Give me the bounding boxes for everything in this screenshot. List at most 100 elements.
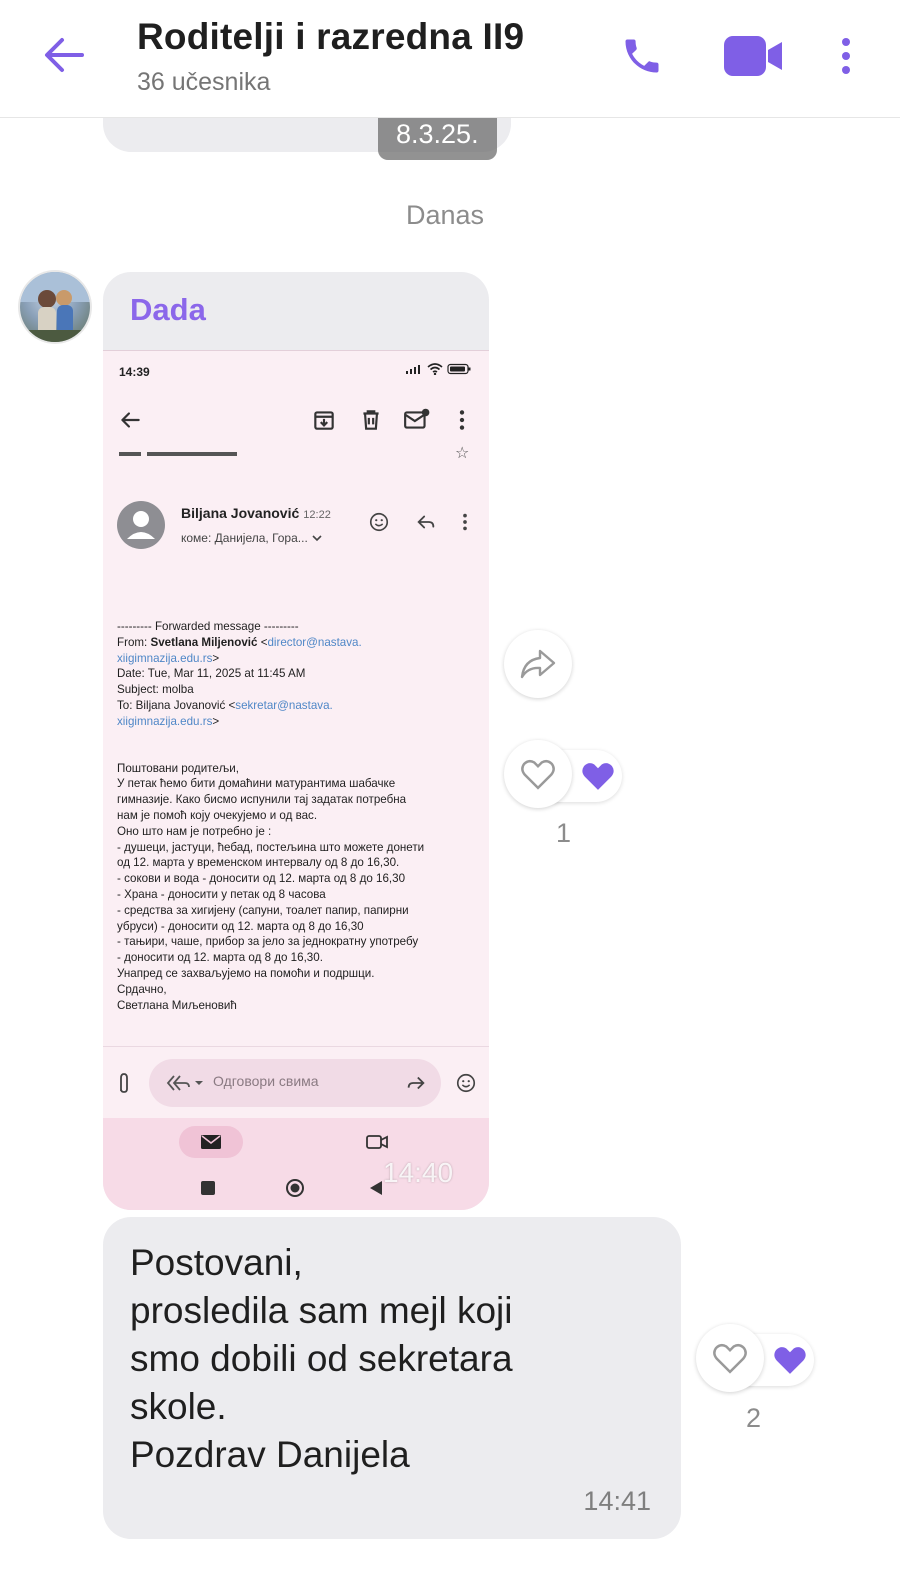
email-line: - доносити од 12. марта од 8 до 16,30. xyxy=(117,951,323,965)
wifi-icon xyxy=(427,363,443,375)
email-line: To: Biljana Jovanović <sekretar@nastava. xyxy=(117,698,483,714)
email-to-text: коме: Данијела, Гора... xyxy=(181,531,308,545)
system-back-icon xyxy=(370,1181,382,1195)
reaction-bar xyxy=(504,740,622,808)
nav-mail-tab xyxy=(179,1126,243,1158)
sender-name[interactable]: Dada xyxy=(130,292,206,328)
email-from-name: Biljana Jovanović xyxy=(181,505,300,521)
email-line: From: Svetlana Miljenović <director@nast… xyxy=(117,635,483,651)
recents-button-icon xyxy=(201,1181,215,1195)
email-line: Date: Tue, Mar 11, 2025 at 11:45 AM xyxy=(117,667,306,681)
chat-title[interactable]: Roditelji i razredna II9 xyxy=(137,16,524,58)
email-line: Оно што нам је потребно је : xyxy=(117,824,272,838)
message-time: 14:41 xyxy=(583,1486,651,1516)
date-separator: Danas xyxy=(405,200,485,230)
email-line: од 12. марта у временском интервалу од 8… xyxy=(117,856,400,870)
phone-icon xyxy=(625,39,659,73)
email-line: гимназије. Како бисмо испунили тај задат… xyxy=(117,793,407,807)
email-reply-bar: Одговори свима xyxy=(103,1046,489,1118)
video-camera-icon xyxy=(724,36,782,76)
email-line: - душеци, јастуци, ћебад, постељина што … xyxy=(117,840,425,854)
reply-all-field: Одговори свима xyxy=(149,1059,441,1107)
home-button-icon xyxy=(286,1179,304,1197)
email-text: > xyxy=(212,651,220,665)
email-line: У петак ћемо бити домаћини матурантима ш… xyxy=(117,777,396,791)
heart-outline-icon xyxy=(521,759,555,790)
email-line: нам је помоћ коју очекујемо и од вас. xyxy=(117,808,318,822)
reaction-count: 1 xyxy=(556,818,572,848)
email-line: - сокови и вода - доносити од 12. марта … xyxy=(117,872,406,886)
email-line: xiigimnazija.edu.rs> xyxy=(117,714,483,730)
back-arrow-icon xyxy=(45,38,84,72)
email-text: < xyxy=(257,635,268,649)
image-message-bubble[interactable]: Dada 14:39 ☆ Biljana Jovanović 12:22 коме… xyxy=(103,272,489,1210)
chevron-down-icon xyxy=(312,535,322,542)
video-camera-icon xyxy=(366,1135,388,1149)
attachment-icon xyxy=(120,1073,128,1093)
email-screenshot-image[interactable]: 14:39 ☆ Biljana Jovanović 12:22 коме: Дан… xyxy=(103,350,489,1210)
email-line: - тањири, чаше, прибор за јело за једнок… xyxy=(117,935,419,949)
more-vertical-icon xyxy=(459,410,465,430)
emoji-icon xyxy=(456,1073,476,1093)
email-toolbar xyxy=(103,391,489,451)
video-call-button[interactable] xyxy=(718,28,788,84)
reply-icon xyxy=(417,515,435,529)
email-body: --------- Forwarded message --------- Fr… xyxy=(117,619,483,1013)
email-line: - средства за хигијену (сапуни, тоалет п… xyxy=(117,903,409,917)
battery-icon xyxy=(447,363,471,375)
email-text: Svetlana Miljenović xyxy=(150,635,258,649)
email-line: Subject: molba xyxy=(117,683,194,697)
signal-icon xyxy=(406,365,420,374)
email-line: Поштовани родитељи, xyxy=(117,761,240,775)
email-line: xiigimnazija.edu.rs> xyxy=(117,651,483,667)
voice-call-button[interactable] xyxy=(612,28,672,84)
heart-outline-icon xyxy=(713,1343,747,1374)
email-line: --------- Forwarded message --------- xyxy=(117,620,299,633)
archive-icon xyxy=(314,411,334,430)
mail-icon xyxy=(201,1135,221,1149)
star-icon: ☆ xyxy=(455,445,470,462)
reaction-bar xyxy=(696,1324,814,1392)
email-line: Срдачно, xyxy=(117,982,167,996)
email-line: убруси) - доносити од 12. марта од 8 до … xyxy=(117,919,364,933)
mark-unread-icon xyxy=(404,408,430,429)
chat-header: Roditelji i razredna II9 36 učesnika xyxy=(0,0,900,118)
email-line: Светлана Миљеновић xyxy=(117,998,237,1012)
back-button[interactable] xyxy=(36,30,92,80)
email-link: xiigimnazija.edu.rs xyxy=(117,651,213,665)
email-text: To: Biljana Jovanović < xyxy=(117,698,236,712)
email-text: From: xyxy=(117,635,151,649)
more-vertical-icon xyxy=(463,513,467,531)
email-line: - Храна - доносити у петак од 8 часова xyxy=(117,887,326,901)
reply-all-icon xyxy=(166,1075,203,1091)
like-button[interactable] xyxy=(696,1324,764,1392)
status-bar-icons xyxy=(405,363,471,375)
reaction-count: 2 xyxy=(746,1403,762,1433)
email-recipients: коме: Данијела, Гора... xyxy=(181,531,323,545)
subject-cutoff xyxy=(119,449,249,459)
more-options-button[interactable] xyxy=(830,28,862,84)
email-line: Унапред се захваљујемо на помоћи и подрш… xyxy=(117,966,375,980)
email-link: director@nastava. xyxy=(267,635,362,649)
more-vertical-icon xyxy=(842,38,850,74)
emoji-icon xyxy=(369,512,389,532)
trash-icon xyxy=(363,410,379,430)
email-text: > xyxy=(212,714,220,728)
heart-filled-icon xyxy=(774,1347,806,1374)
email-link: sekretar@nastava. xyxy=(235,698,333,712)
email-sender-avatar xyxy=(117,501,165,549)
like-button[interactable] xyxy=(504,740,572,808)
share-button[interactable] xyxy=(504,630,572,698)
email-time: 12:22 xyxy=(303,509,331,521)
email-from: Biljana Jovanović 12:22 xyxy=(181,505,331,521)
message-time: 14:40 xyxy=(383,1157,454,1188)
forward-icon xyxy=(407,1076,425,1090)
participants-count[interactable]: 36 učesnika xyxy=(137,68,270,97)
share-arrow-icon xyxy=(520,649,556,679)
text-message-bubble[interactable]: Postovani, prosledila sam mejl koji smo … xyxy=(103,1217,681,1539)
back-arrow-icon xyxy=(121,412,140,428)
status-bar-time: 14:39 xyxy=(119,365,150,379)
email-link: xiigimnazija.edu.rs xyxy=(117,714,213,728)
sender-avatar[interactable] xyxy=(20,272,90,342)
reply-placeholder: Одговори свима xyxy=(213,1073,319,1089)
